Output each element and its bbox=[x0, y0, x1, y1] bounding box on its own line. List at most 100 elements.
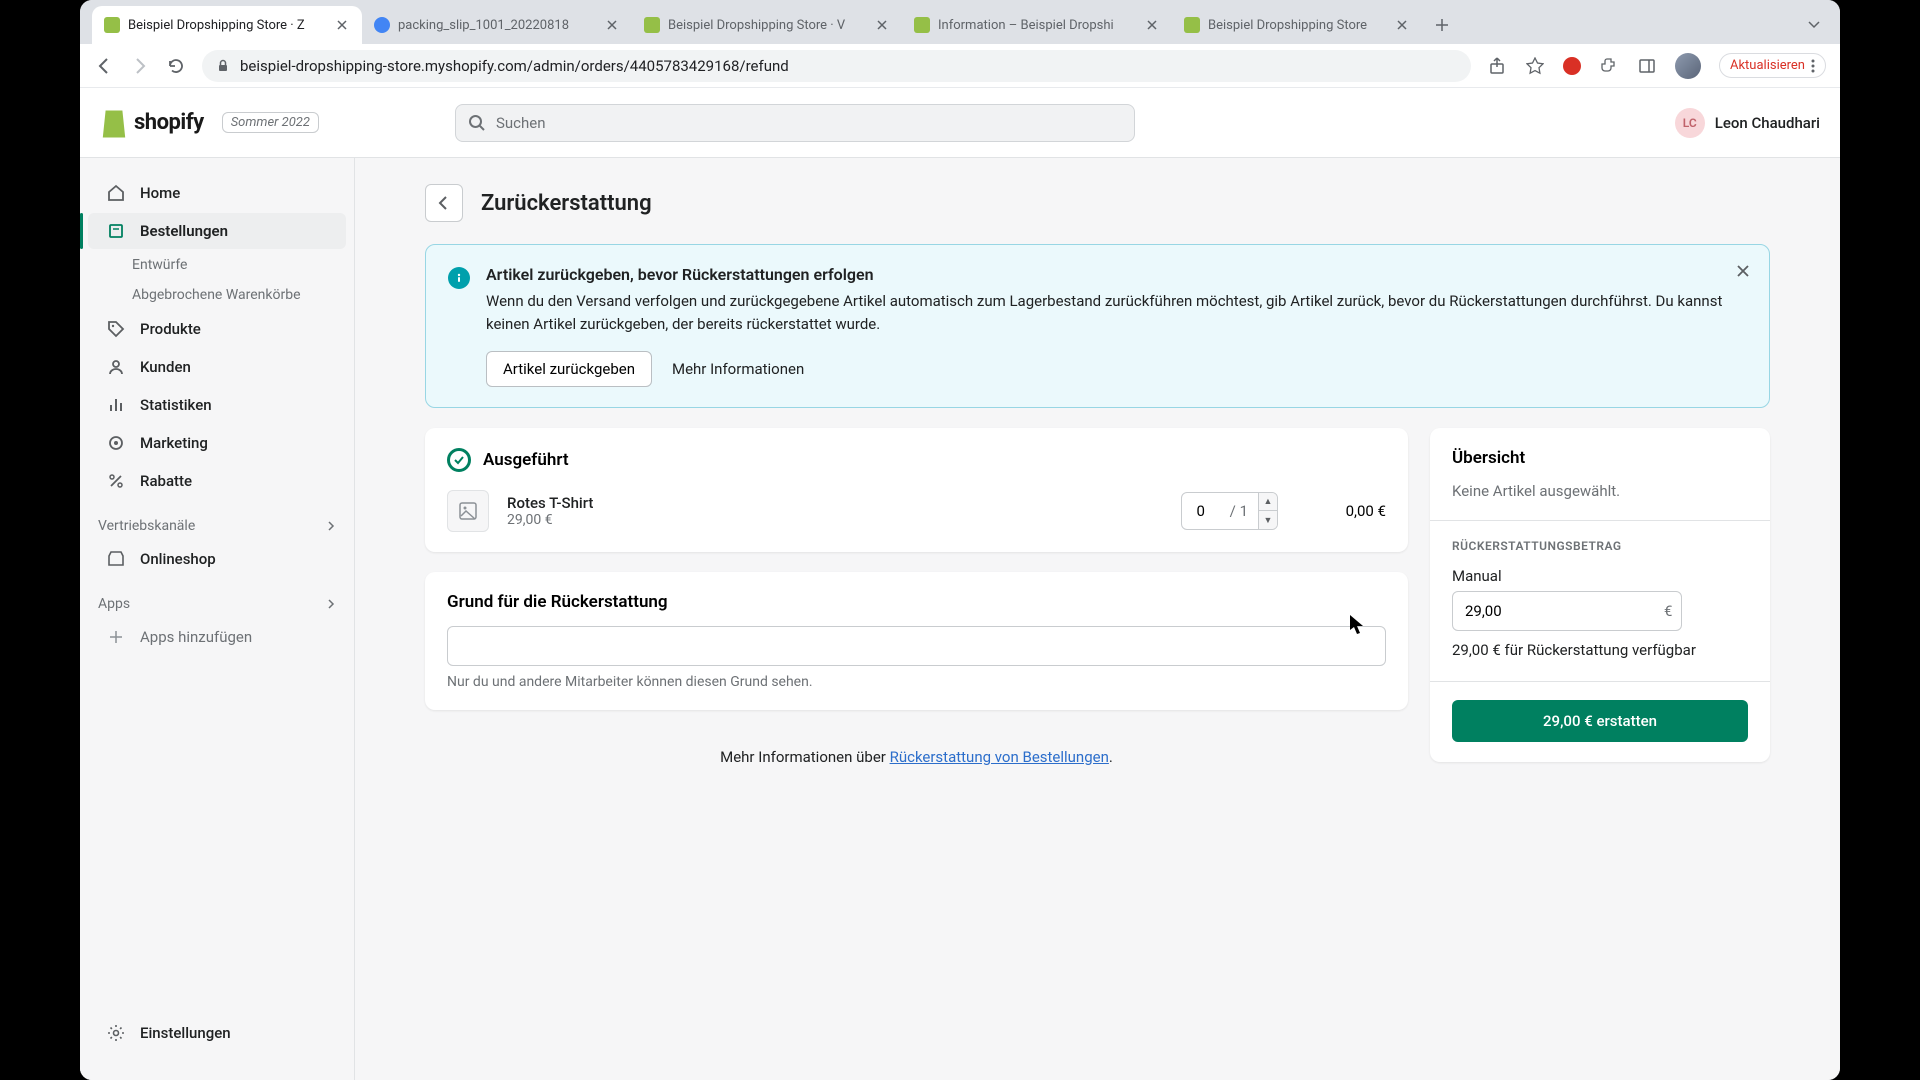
reason-input[interactable] bbox=[447, 626, 1386, 666]
line-total: 0,00 € bbox=[1296, 502, 1386, 520]
tabs-dropdown-icon[interactable] bbox=[1800, 11, 1828, 39]
reason-card: Grund für die Rückerstattung Nur du und … bbox=[425, 572, 1408, 710]
browser-tab[interactable]: Beispiel Dropshipping Store bbox=[1172, 6, 1422, 44]
close-icon[interactable] bbox=[874, 17, 890, 33]
refund-docs-link[interactable]: Rückerstattung von Bestellungen bbox=[890, 748, 1109, 766]
extensions-icon[interactable] bbox=[1599, 56, 1619, 76]
sidebar-sub-abandoned[interactable]: Abgebrochene Warenkörbe bbox=[80, 280, 354, 310]
section-title: Vertriebskanäle bbox=[98, 518, 195, 534]
extension-icon[interactable] bbox=[1563, 57, 1581, 75]
nav-label: Apps hinzufügen bbox=[140, 628, 252, 646]
reason-hint: Nur du und andere Mitarbeiter können die… bbox=[447, 674, 1386, 690]
nav-label: Statistiken bbox=[140, 396, 212, 414]
browser-tab[interactable]: Beispiel Dropshipping Store · Z bbox=[92, 6, 362, 44]
back-icon[interactable] bbox=[94, 56, 114, 76]
sidebar-item-discounts[interactable]: Rabatte bbox=[88, 463, 346, 499]
tab-title: Beispiel Dropshipping Store bbox=[1208, 18, 1386, 33]
quantity-total: / 1 bbox=[1220, 493, 1259, 529]
new-tab-button[interactable] bbox=[1428, 11, 1456, 39]
nav-label: Einstellungen bbox=[140, 1024, 231, 1042]
refund-button[interactable]: 29,00 € erstatten bbox=[1452, 700, 1748, 742]
shopify-logo[interactable]: shopify bbox=[100, 108, 204, 138]
url-text: beispiel-dropshipping-store.myshopify.co… bbox=[240, 57, 789, 75]
more-info-link[interactable]: Mehr Informationen bbox=[672, 360, 804, 378]
return-items-button[interactable]: Artikel zurückgeben bbox=[486, 351, 652, 387]
nav-label: Bestellungen bbox=[140, 222, 228, 240]
nav-label: Kunden bbox=[140, 358, 191, 376]
tab-title: Beispiel Dropshipping Store · Z bbox=[128, 18, 326, 33]
nav-label: Home bbox=[140, 184, 180, 202]
search-input[interactable]: Suchen bbox=[455, 104, 1135, 142]
update-button[interactable]: Aktualisieren bbox=[1719, 53, 1826, 78]
browser-tab[interactable]: Beispiel Dropshipping Store · V bbox=[632, 6, 902, 44]
banner-text: Wenn du den Versand verfolgen und zurück… bbox=[486, 290, 1747, 335]
close-icon[interactable] bbox=[604, 17, 620, 33]
amount-input-wrapper[interactable]: € bbox=[1452, 591, 1682, 631]
sidebar-item-home[interactable]: Home bbox=[88, 175, 346, 211]
star-icon[interactable] bbox=[1525, 56, 1545, 76]
nav-label: Produkte bbox=[140, 320, 201, 338]
close-icon[interactable] bbox=[1144, 17, 1160, 33]
close-icon[interactable] bbox=[334, 17, 350, 33]
sidebar-item-settings[interactable]: Einstellungen bbox=[88, 1015, 346, 1051]
nav-label: Marketing bbox=[140, 434, 208, 452]
page-back-button[interactable] bbox=[425, 184, 463, 222]
panel-icon[interactable] bbox=[1637, 56, 1657, 76]
cursor-icon bbox=[1350, 615, 1364, 635]
sidebar-item-orders[interactable]: Bestellungen bbox=[88, 213, 346, 249]
banner-title: Artikel zurückgeben, bevor Rückerstattun… bbox=[486, 265, 1747, 284]
manual-label: Manual bbox=[1452, 567, 1748, 585]
summary-card: Übersicht Keine Artikel ausgewählt. RÜCK… bbox=[1430, 428, 1770, 762]
check-icon bbox=[447, 448, 471, 472]
line-item: Rotes T-Shirt 29,00 € / 1 ▲ ▼ bbox=[447, 490, 1386, 532]
logo-icon bbox=[100, 108, 128, 138]
chevron-right-icon[interactable] bbox=[326, 599, 336, 609]
sidebar-sub-drafts[interactable]: Entwürfe bbox=[80, 250, 354, 280]
chart-icon bbox=[106, 395, 126, 415]
tab-title: Information – Beispiel Dropshi bbox=[938, 18, 1136, 33]
chevron-right-icon[interactable] bbox=[326, 521, 336, 531]
sidebar-item-analytics[interactable]: Statistiken bbox=[88, 387, 346, 423]
season-badge: Sommer 2022 bbox=[222, 112, 319, 133]
stepper-up-icon[interactable]: ▲ bbox=[1259, 492, 1277, 511]
stepper-down-icon[interactable]: ▼ bbox=[1259, 511, 1277, 530]
user-menu[interactable]: LC Leon Chaudhari bbox=[1675, 108, 1820, 138]
sidebar-item-marketing[interactable]: Marketing bbox=[88, 425, 346, 461]
shopify-favicon bbox=[104, 17, 120, 33]
quantity-stepper[interactable]: / 1 ▲ ▼ bbox=[1181, 492, 1278, 530]
forward-icon[interactable] bbox=[130, 56, 150, 76]
sidebar-item-customers[interactable]: Kunden bbox=[88, 349, 346, 385]
sidebar-item-products[interactable]: Produkte bbox=[88, 311, 346, 347]
url-input[interactable]: beispiel-dropshipping-store.myshopify.co… bbox=[202, 50, 1471, 82]
profile-avatar[interactable] bbox=[1675, 53, 1701, 79]
shopify-favicon bbox=[914, 17, 930, 33]
browser-tab-strip: Beispiel Dropshipping Store · Z packing_… bbox=[80, 0, 1840, 44]
image-icon bbox=[447, 490, 489, 532]
divider bbox=[1430, 681, 1770, 682]
fulfilled-title: Ausgeführt bbox=[483, 450, 569, 470]
item-price: 29,00 € bbox=[507, 512, 1163, 528]
pdf-favicon bbox=[374, 17, 390, 33]
plus-icon bbox=[106, 627, 126, 647]
sidebar-item-add-apps[interactable]: Apps hinzufügen bbox=[88, 619, 346, 655]
summary-empty: Keine Artikel ausgewählt. bbox=[1452, 482, 1748, 500]
tag-icon bbox=[106, 319, 126, 339]
info-banner: Artikel zurückgeben, bevor Rückerstattun… bbox=[425, 244, 1770, 408]
channels-section: Vertriebskanäle bbox=[80, 500, 354, 540]
page-title: Zurückerstattung bbox=[481, 191, 652, 216]
app-header: shopify Sommer 2022 Suchen LC Leon Chaud… bbox=[80, 88, 1840, 158]
share-icon[interactable] bbox=[1487, 56, 1507, 76]
lock-icon bbox=[216, 59, 230, 73]
amount-input[interactable] bbox=[1465, 602, 1664, 620]
user-icon bbox=[106, 357, 126, 377]
sidebar-item-onlineshop[interactable]: Onlineshop bbox=[88, 541, 346, 577]
browser-tab[interactable]: Information – Beispiel Dropshi bbox=[902, 6, 1172, 44]
tab-title: packing_slip_1001_20220818 bbox=[398, 18, 596, 33]
browser-tab[interactable]: packing_slip_1001_20220818 bbox=[362, 6, 632, 44]
logo-text: shopify bbox=[134, 110, 204, 135]
reload-icon[interactable] bbox=[166, 56, 186, 76]
close-icon[interactable] bbox=[1731, 259, 1755, 283]
avatar: LC bbox=[1675, 108, 1705, 138]
quantity-input[interactable] bbox=[1182, 502, 1220, 520]
close-icon[interactable] bbox=[1394, 17, 1410, 33]
